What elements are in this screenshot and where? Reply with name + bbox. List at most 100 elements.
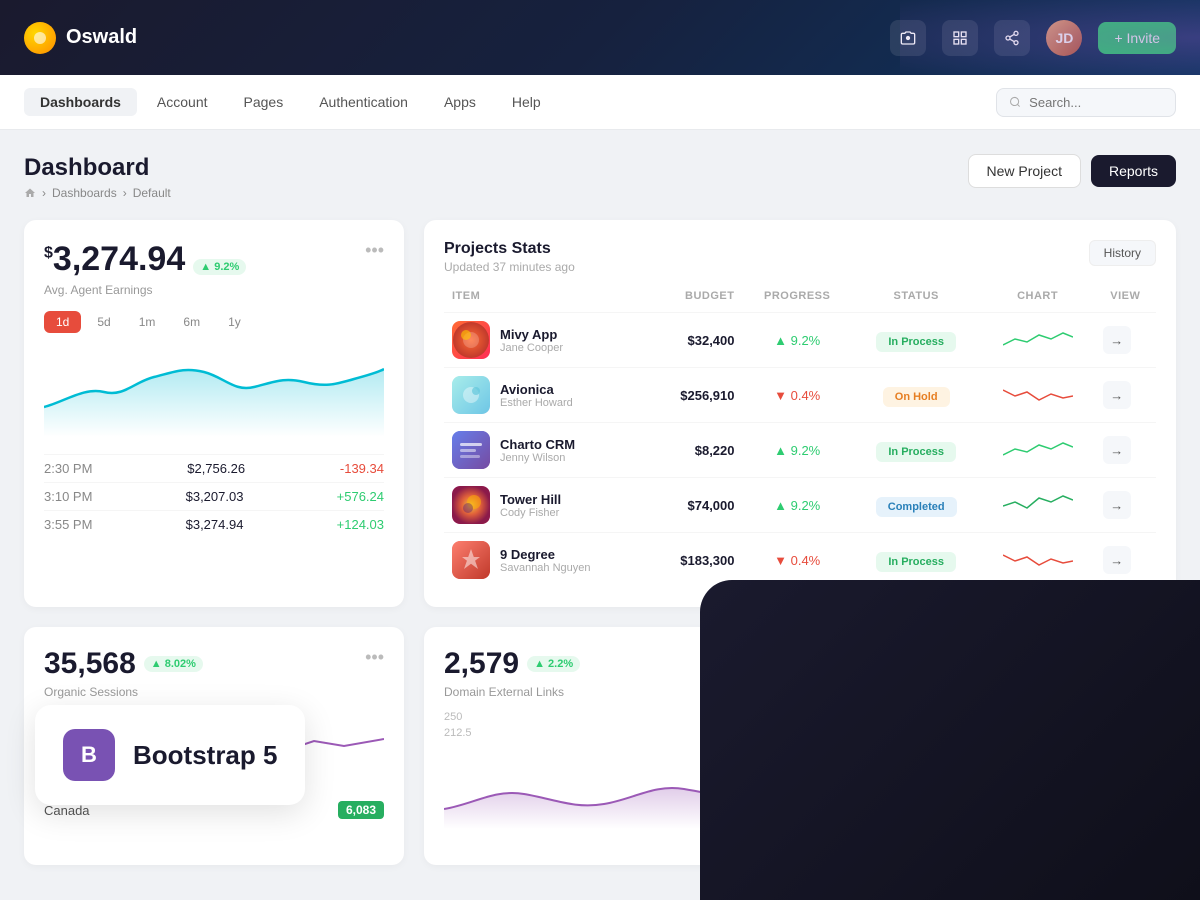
social-dribbble: D Dribbble Community 579 ▲ 2.6%	[804, 713, 1156, 745]
filter-1d[interactable]: 1d	[44, 311, 81, 333]
project-row-5: 9 Degree Savannah Nguyen $183,300 ▼ 0.4%…	[444, 533, 1156, 588]
col-view: VIEW	[1095, 290, 1156, 313]
earnings-label: Avg. Agent Earnings	[44, 283, 246, 297]
col-progress: PROGRESS	[743, 290, 852, 313]
filter-1m[interactable]: 1m	[127, 311, 168, 333]
earnings-table: 2:30 PM $2,756.26 -139.34 3:10 PM $3,207…	[44, 454, 384, 538]
share-icon[interactable]	[994, 20, 1030, 56]
projects-title: Projects Stats	[444, 240, 575, 258]
links-more-icon[interactable]: •••	[725, 647, 744, 668]
topbar: Oswald JD + Invite	[0, 0, 1200, 75]
links-number: 2,579	[444, 647, 519, 681]
projects-table: ITEM BUDGET PROGRESS STATUS CHART VIEW	[444, 290, 1156, 587]
mini-chart-5	[1003, 547, 1073, 571]
project-row-4: Tower Hill Cody Fisher $74,000 ▲ 9.2% Co…	[444, 478, 1156, 533]
social-slack: S Slack Community 794 ▲ 0.2%	[804, 801, 1156, 833]
new-project-button[interactable]: New Project	[968, 154, 1081, 188]
projects-header: Projects Stats Updated 37 minutes ago Hi…	[444, 240, 1156, 274]
projects-card: Projects Stats Updated 37 minutes ago Hi…	[424, 220, 1176, 607]
nav-pages[interactable]: Pages	[228, 88, 300, 116]
nav-dashboards[interactable]: Dashboards	[24, 88, 137, 116]
col-item: ITEM	[444, 290, 649, 313]
project-row-3: Charto CRM Jenny Wilson $8,220 ▲ 9.2% In…	[444, 423, 1156, 478]
earnings-badge: ▲ 9.2%	[193, 259, 246, 275]
home-icon	[24, 187, 36, 199]
filter-5d[interactable]: 5d	[85, 311, 122, 333]
projects-updated: Updated 37 minutes ago	[444, 260, 575, 274]
page-title: Dashboard	[24, 154, 171, 182]
links-label: Domain External Links	[444, 685, 580, 699]
filter-6m[interactable]: 6m	[171, 311, 212, 333]
layout-icon[interactable]	[942, 20, 978, 56]
status-badge-3: In Process	[876, 442, 956, 462]
mini-chart-3	[1003, 437, 1073, 461]
camera-icon[interactable]	[890, 20, 926, 56]
slack-icon: S	[804, 801, 836, 833]
mini-chart-1	[1003, 327, 1073, 351]
earnings-row-1: 2:30 PM $2,756.26 -139.34	[44, 454, 384, 482]
col-budget: BUDGET	[649, 290, 742, 313]
nav-apps[interactable]: Apps	[428, 88, 492, 116]
view-button-2[interactable]: →	[1103, 381, 1131, 409]
social-number: 5,037	[804, 647, 879, 681]
invite-button[interactable]: + Invite	[1098, 22, 1176, 54]
search-input[interactable]	[1029, 95, 1163, 110]
filter-1y[interactable]: 1y	[216, 311, 253, 333]
avatar[interactable]: JD	[1046, 20, 1082, 56]
breadcrumb-dashboards[interactable]: Dashboards	[52, 186, 117, 200]
col-status: STATUS	[852, 290, 981, 313]
status-badge-5: In Process	[876, 552, 956, 572]
nav-help[interactable]: Help	[496, 88, 557, 116]
history-button[interactable]: History	[1089, 240, 1156, 266]
view-button-4[interactable]: →	[1103, 491, 1131, 519]
bootstrap-icon: B	[63, 729, 115, 781]
proj-icon-4	[452, 486, 490, 524]
proj-icon-2	[452, 376, 490, 414]
proj-icon-1	[452, 321, 490, 359]
reports-button[interactable]: Reports	[1091, 155, 1176, 187]
bootstrap-label: Bootstrap 5	[133, 740, 277, 771]
logo-icon	[24, 22, 56, 54]
breadcrumb: › Dashboards › Default	[24, 186, 171, 200]
earnings-card: $3,274.94 ▲ 9.2% Avg. Agent Earnings •••…	[24, 220, 404, 607]
page-header: Dashboard › Dashboards › Default New Pro…	[24, 154, 1176, 200]
page-title-area: Dashboard › Dashboards › Default	[24, 154, 171, 200]
logo-area: Oswald	[24, 22, 137, 54]
breadcrumb-default: Default	[133, 186, 171, 200]
dribbble-icon: D	[804, 713, 836, 745]
bootstrap-overlay-card: B Bootstrap 5	[35, 705, 305, 805]
top-cards-row: $3,274.94 ▲ 9.2% Avg. Agent Earnings •••…	[24, 220, 1176, 607]
nav-account[interactable]: Account	[141, 88, 224, 116]
earnings-more-icon[interactable]: •••	[365, 240, 384, 261]
social-label: Visits by Social Networks	[804, 685, 940, 699]
nav-authentication[interactable]: Authentication	[303, 88, 424, 116]
social-more-icon[interactable]: •••	[1137, 647, 1156, 668]
view-button-5[interactable]: →	[1103, 546, 1131, 574]
country-value: 6,083	[338, 801, 384, 819]
social-card: 5,037 ▲ 2.2% Visits by Social Networks •…	[784, 627, 1176, 865]
search-box	[996, 88, 1176, 117]
view-button-3[interactable]: →	[1103, 436, 1131, 464]
status-badge-4: Completed	[876, 497, 957, 517]
organic-more-icon[interactable]: •••	[365, 647, 384, 668]
organic-number: 35,568	[44, 647, 136, 681]
topbar-right: JD + Invite	[890, 20, 1176, 56]
status-badge-2: On Hold	[883, 387, 950, 407]
view-button-1[interactable]: →	[1103, 326, 1131, 354]
project-row-1: Mivy App Jane Cooper $32,400 ▲ 9.2% In P…	[444, 313, 1156, 368]
navbar: Dashboards Account Pages Authentication …	[0, 75, 1200, 130]
mini-chart-4	[1003, 492, 1073, 516]
project-row-2: Avionica Esther Howard $256,910 ▼ 0.4% O…	[444, 368, 1156, 423]
time-filters: 1d 5d 1m 6m 1y	[44, 311, 384, 333]
social-badge: ▲ 2.2%	[887, 656, 940, 672]
logo-text: Oswald	[66, 26, 137, 49]
external-links-card: 2,579 ▲ 2.2% Domain External Links ••• 2…	[424, 627, 764, 865]
links-chart: 250 212.5	[444, 711, 744, 834]
linkedin-icon: in	[804, 757, 836, 789]
col-chart: CHART	[980, 290, 1094, 313]
page-actions: New Project Reports	[968, 154, 1177, 188]
earnings-chart	[44, 347, 384, 442]
earnings-row-2: 3:10 PM $3,207.03 +576.24	[44, 482, 384, 510]
organic-label: Organic Sessions	[44, 685, 203, 699]
status-badge-1: In Process	[876, 332, 956, 352]
